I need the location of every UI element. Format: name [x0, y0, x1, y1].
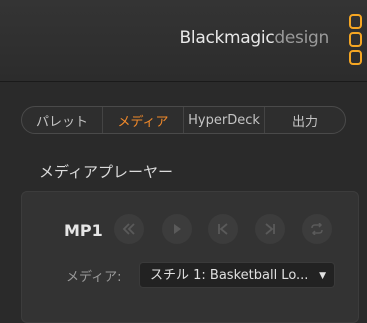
dropdown-arrow-icon: ▼: [319, 271, 326, 281]
rewind-icon[interactable]: [114, 214, 144, 244]
brand-sub: design: [274, 28, 329, 48]
media-player-panel: [21, 191, 359, 323]
app-header: Blackmagicdesign: [0, 0, 367, 82]
media-select[interactable]: スチル 1: Basketball Lo... ▼: [139, 262, 335, 288]
tab-bar: パレット メディア HyperDeck 出力: [21, 106, 346, 134]
play-icon[interactable]: [162, 214, 192, 244]
player-name: MP1: [64, 221, 103, 240]
brand-main: Blackmagic: [179, 28, 275, 48]
loop-icon[interactable]: [302, 214, 332, 244]
section-title: メディアプレーヤー: [39, 163, 173, 181]
tab-output[interactable]: 出力: [264, 107, 345, 133]
brand-logo-text: Blackmagicdesign: [179, 28, 330, 48]
media-label: メディア:: [66, 270, 122, 285]
skip-to-end-icon[interactable]: [255, 214, 285, 244]
tab-media[interactable]: メディア: [102, 107, 183, 133]
skip-to-start-icon[interactable]: [208, 214, 238, 244]
blackmagic-logo-icon: [349, 14, 363, 65]
media-select-value: スチル 1: Basketball Lo...: [150, 268, 309, 283]
tab-hyperdeck[interactable]: HyperDeck: [183, 107, 264, 133]
tab-palette[interactable]: パレット: [22, 107, 102, 133]
